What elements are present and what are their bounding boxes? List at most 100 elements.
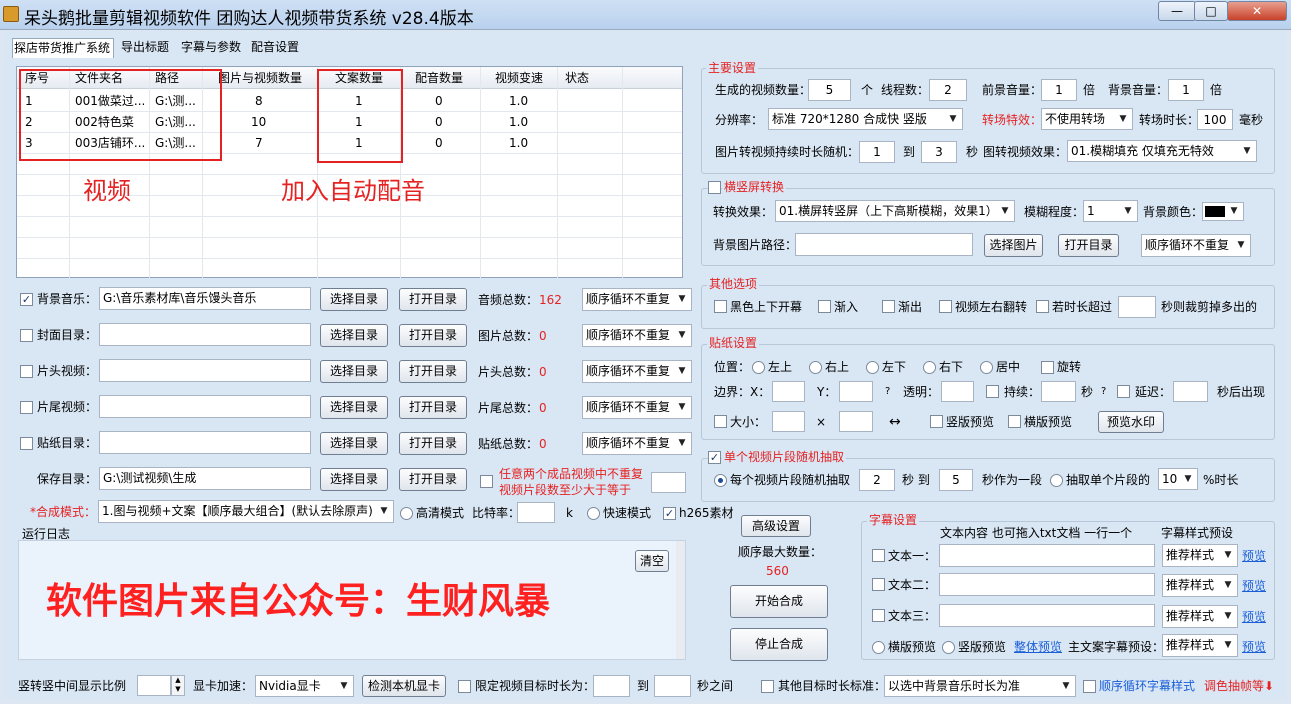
trim-seconds-input[interactable] [1118,296,1156,318]
subtitle1-style-select[interactable]: 推荐样式 ▼ [1162,544,1238,567]
fg-volume-input[interactable]: 1 [1041,79,1077,101]
sticker-choose-dir-button[interactable]: 选择目录 [320,432,388,455]
sticker-order-select[interactable]: 顺序循环不重复 ▼ [582,432,692,455]
size-h-input[interactable] [839,411,873,432]
link-ratio-icon[interactable]: ↔ [889,413,901,431]
outro-order-select[interactable]: 顺序循环不重复 ▼ [582,396,692,419]
subtitle1-checkbox[interactable] [872,549,885,562]
start-button[interactable]: 开始合成 [730,585,828,618]
intro-path-input[interactable] [99,359,311,382]
save-choose-dir-button[interactable]: 选择目录 [320,468,388,491]
img-effect-select[interactable]: 01.模糊填充 仅填充无特效 ▼ [1067,140,1257,162]
advanced-settings-button[interactable]: 高级设置 [741,515,811,537]
intro-order-select[interactable]: 顺序循环不重复 ▼ [582,360,692,383]
subtitle3-checkbox[interactable] [872,609,885,622]
pos-bottomleft-radio[interactable] [866,361,879,374]
pos-topleft-radio[interactable] [752,361,765,374]
sticker-open-dir-button[interactable]: 打开目录 [399,432,467,455]
clear-log-button[interactable]: 清空 [635,550,669,572]
bgm-checkbox[interactable]: ✓ [20,293,33,306]
hv-checkbox[interactable] [708,181,721,194]
save-path-input[interactable]: G:\测试视频\生成 [99,467,311,490]
subtitle1-input[interactable] [939,544,1155,567]
bgm-order-select[interactable]: 顺序循环不重复 ▼ [582,288,692,311]
table-cell[interactable]: 0 [435,133,443,154]
save-open-dir-button[interactable]: 打开目录 [399,468,467,491]
segment-pct-radio[interactable] [1050,474,1063,487]
intro-open-dir-button[interactable]: 打开目录 [399,360,467,383]
pos-bottomright-radio[interactable] [923,361,936,374]
threads-input[interactable]: 2 [929,79,967,101]
tab-subtitle-params[interactable]: 字幕与参数 [180,38,242,58]
segment-min-input[interactable]: 2 [859,469,895,491]
cover-checkbox[interactable] [20,329,33,342]
vertical-preview-radio[interactable] [942,641,955,654]
close-button[interactable]: ✕ [1227,1,1287,21]
segment-random-radio[interactable] [714,474,727,487]
outro-choose-dir-button[interactable]: 选择目录 [320,396,388,419]
hv-order-select[interactable]: 顺序循环不重复 ▼ [1141,234,1251,257]
whole-preview-link[interactable]: 整体预览 [1014,638,1062,656]
limit-min-input[interactable] [593,675,630,697]
subtitle3-preview-link[interactable]: 预览 [1242,608,1266,626]
min-segments-input[interactable] [651,472,686,493]
subtitle2-checkbox[interactable] [872,578,885,591]
loop-subtitle-checkbox[interactable] [1083,680,1096,693]
delay-input[interactable] [1173,381,1208,402]
opacity-input[interactable] [941,381,974,402]
intro-checkbox[interactable] [20,365,33,378]
mode-select[interactable]: 1.图与视频+文案【顺序最大组合】(默认去除原声) ▼ [98,500,394,523]
limit-max-input[interactable] [654,675,691,697]
sticker-path-input[interactable] [99,431,311,454]
cover-order-select[interactable]: 顺序循环不重复 ▼ [582,324,692,347]
bgcolor-picker[interactable]: ▼ [1202,202,1244,221]
table-cell[interactable]: 0 [435,112,443,133]
tab-store-promo[interactable]: 探店带货推广系统 [12,38,114,58]
blur-select[interactable]: 1 ▼ [1083,200,1138,222]
detect-gpu-button[interactable]: 检测本机显卡 [362,675,446,697]
transition-duration-input[interactable]: 100 [1197,109,1233,130]
resolution-select[interactable]: 标准 720*1280 合成快 竖版 ▼ [768,108,963,130]
outro-checkbox[interactable] [20,401,33,414]
help-icon[interactable]: ? [885,383,890,401]
subtitle1-preview-link[interactable]: 预览 [1242,547,1266,565]
tab-export-title[interactable]: 导出标题 [120,38,170,58]
vpreview-checkbox[interactable] [930,415,943,428]
table-cell[interactable]: 0 [435,91,443,112]
gen-count-input[interactable]: 5 [808,79,851,101]
subtitle2-input[interactable] [939,573,1155,596]
no-repeat-checkbox[interactable] [480,475,493,488]
hd-mode-radio[interactable] [400,507,413,520]
table-cell[interactable]: 1.0 [509,91,528,112]
duration-input[interactable] [1041,381,1076,402]
subtitle3-input[interactable] [939,604,1155,627]
log-scrollbar[interactable] [676,541,685,659]
col-header[interactable]: 配音数量 [415,68,463,89]
bgm-path-input[interactable]: G:\音乐素材库\音乐馒头音乐 [99,287,311,310]
size-w-input[interactable] [772,411,805,432]
duration-checkbox[interactable] [986,385,999,398]
main-preset-preview-link[interactable]: 预览 [1242,638,1266,656]
table-cell[interactable]: 7 [255,133,263,154]
fade-in-checkbox[interactable] [818,300,831,313]
main-preset-select[interactable]: 推荐样式 ▼ [1162,634,1238,657]
bgm-choose-dir-button[interactable]: 选择目录 [320,288,388,311]
sticker-dir-checkbox[interactable] [20,437,33,450]
table-cell[interactable]: 1.0 [509,112,528,133]
subtitle3-style-select[interactable]: 推荐样式 ▼ [1162,605,1238,628]
tune-link[interactable]: 调色抽帧等⬇ [1204,677,1274,695]
margin-x-input[interactable] [772,381,805,402]
bgm-open-dir-button[interactable]: 打开目录 [399,288,467,311]
bitrate-input[interactable] [517,502,555,523]
segment-pct-select[interactable]: 10 ▼ [1158,468,1198,490]
subtitle2-style-select[interactable]: 推荐样式 ▼ [1162,574,1238,597]
ratio-input[interactable] [137,675,171,696]
tab-voice-settings[interactable]: 配音设置 [250,38,300,58]
preview-watermark-button[interactable]: 预览水印 [1098,411,1164,433]
hv-effect-select[interactable]: 01.横屏转竖屏（上下高斯模糊，效果1） ▼ [775,200,1015,222]
size-checkbox[interactable] [714,415,727,428]
outro-path-input[interactable] [99,395,311,418]
img-duration-min-input[interactable]: 1 [859,141,895,163]
cover-choose-dir-button[interactable]: 选择目录 [320,324,388,347]
h265-checkbox[interactable]: ✓ [663,507,676,520]
